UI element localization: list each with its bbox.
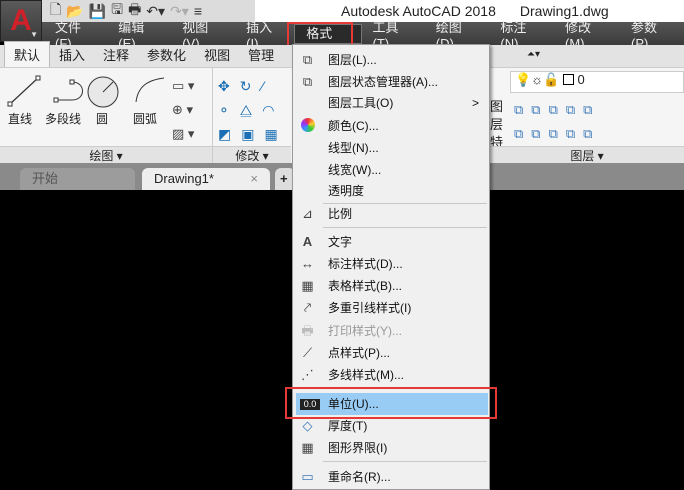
- modify-panel-label[interactable]: 修改 ▾: [213, 146, 291, 164]
- highlight-box: [285, 387, 497, 419]
- menu-item-plot-style: 🖶 打印样式(Y)...: [293, 320, 489, 342]
- ribbon-minimize-icon[interactable]: ⏶▾: [527, 49, 540, 60]
- menu-item-scale[interactable]: ⊿ 比例: [293, 203, 489, 225]
- menu-item-point-style[interactable]: ⟋ 点样式(P)...: [293, 342, 489, 364]
- tab-insert[interactable]: 插入: [50, 42, 94, 67]
- dim-style-icon: ↔: [301, 256, 314, 271]
- tab-start[interactable]: 开始: [20, 168, 135, 190]
- format-menu: ⧉ 图层(L)... ⧉ 图层状态管理器(A)... 图层工具(O) > 颜色(C).…: [292, 44, 490, 490]
- tab-manage[interactable]: 管理: [239, 42, 283, 67]
- menu-item-lineweight[interactable]: 线宽(W)...: [293, 159, 489, 181]
- point-style-icon: ⟋: [302, 345, 313, 360]
- menu-item-limits[interactable]: ▦ 图形界限(I): [293, 437, 489, 459]
- submenu-arrow-icon: >: [471, 96, 479, 110]
- layer-tool-icons[interactable]: ⧉⧉⧉⧉⧉ ⧉⧉⧉⧉⧉: [514, 98, 600, 146]
- circle-tool[interactable]: 圆: [96, 110, 108, 127]
- menu-item-mleader-style[interactable]: ⤤ 多重引线样式(I): [293, 297, 489, 319]
- scale-icon: ⊿: [302, 206, 313, 221]
- limits-icon: ▦: [301, 440, 314, 455]
- menu-item-dim-style[interactable]: ↔ 标注样式(D)...: [293, 253, 489, 275]
- thickness-icon: ◇: [302, 418, 313, 433]
- table-style-icon: ▦: [301, 278, 314, 293]
- arc-tool[interactable]: 圆弧: [133, 110, 157, 127]
- color-wheel-icon: [299, 118, 316, 134]
- rename-icon: ▭: [301, 469, 314, 484]
- menu-item-mline-style[interactable]: ⋰ 多线样式(M)...: [293, 364, 489, 386]
- tab-annotate[interactable]: 注释: [94, 42, 138, 67]
- text-style-icon: A: [302, 234, 313, 249]
- draw-panel-label[interactable]: 绘图 ▾: [0, 146, 212, 164]
- tab-parametric[interactable]: 参数化: [138, 42, 195, 67]
- mleader-style-icon: ⤤: [303, 300, 312, 315]
- polyline-tool[interactable]: 多段线: [45, 110, 81, 127]
- menu-item-rename[interactable]: ▭ 重命名(R)...: [293, 466, 489, 488]
- close-icon[interactable]: ×: [250, 168, 258, 190]
- menu-item-table-style[interactable]: ▦ 表格样式(B)...: [293, 275, 489, 297]
- tab-default[interactable]: 默认: [4, 41, 51, 67]
- tab-view[interactable]: 视图: [195, 42, 239, 67]
- layer-state-icon: ⧉: [302, 74, 313, 89]
- tab-drawing1[interactable]: Drawing1* ×: [142, 168, 270, 190]
- menu-item-layer-state[interactable]: ⧉ 图层状态管理器(A)...: [293, 71, 489, 93]
- line-tool[interactable]: 直线: [8, 110, 32, 127]
- menu-item-text-style[interactable]: A 文字: [293, 231, 489, 253]
- menu-item-layer[interactable]: ⧉ 图层(L)...: [293, 49, 489, 71]
- plot-style-icon: 🖶: [301, 323, 314, 338]
- draw-more-icons[interactable]: ▭ ▾ ⊕ ▾ ▨ ▾: [172, 74, 194, 146]
- mline-style-icon: ⋰: [301, 367, 314, 382]
- layer-dropdown[interactable]: 💡☼🔓 0: [510, 71, 684, 93]
- menu-item-linetype[interactable]: 线型(N)...: [293, 137, 489, 159]
- modify-tool-icons[interactable]: ✥↻⁄ ⚬⧋◠ ◩▣▦: [218, 74, 288, 146]
- menu-item-layer-tools[interactable]: 图层工具(O) >: [293, 92, 489, 114]
- application-menu-button[interactable]: A ▼: [0, 0, 42, 42]
- layer-icon: ⧉: [302, 52, 313, 67]
- menu-item-color[interactable]: 颜色(C)...: [293, 115, 489, 137]
- menu-item-transparency[interactable]: 透明度: [293, 180, 489, 202]
- layer-panel-label[interactable]: 图层 ▾: [490, 146, 684, 164]
